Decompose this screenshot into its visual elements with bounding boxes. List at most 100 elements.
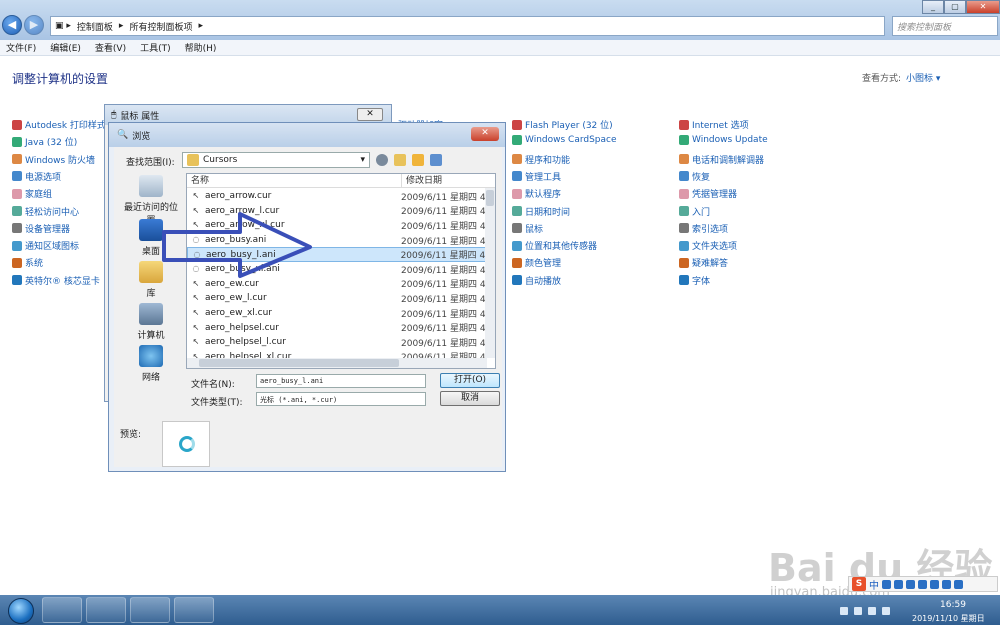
cp-item[interactable]: Windows 防火墙	[12, 153, 95, 166]
file-row[interactable]: ↖ aero_ew_xl.cur 2009/6/11 星期四 4...	[187, 306, 487, 321]
control-panel-icon: ▣ ▸	[55, 21, 71, 31]
close-button[interactable]: ✕	[966, 0, 1000, 14]
cp-item[interactable]: 家庭组	[12, 187, 52, 200]
view-by-dropdown[interactable]: 小图标 ▾	[906, 71, 940, 84]
open-button[interactable]: 打开(O)	[440, 373, 500, 388]
file-row[interactable]: ↖ aero_helpsel_l.cur 2009/6/11 星期四 4...	[187, 335, 487, 350]
cp-item[interactable]: 英特尔® 核芯显卡	[12, 274, 100, 287]
cp-item[interactable]: Windows Update	[679, 135, 768, 146]
recent-places-icon	[139, 175, 163, 197]
cp-item[interactable]: 凭据管理器	[679, 187, 737, 200]
emoji-icon[interactable]	[894, 579, 903, 589]
cp-item[interactable]: 日期和时间	[512, 205, 570, 218]
cp-item[interactable]: 索引选项	[679, 222, 728, 235]
tray-flag-icon[interactable]	[868, 607, 876, 615]
tray-ime-icon[interactable]	[840, 607, 848, 615]
column-header-date[interactable]: 修改日期	[401, 174, 487, 187]
clock-date[interactable]: 2019/11/10 星期日	[912, 613, 985, 624]
place-computer[interactable]: 计算机	[120, 303, 182, 341]
maximize-button[interactable]: ▢	[944, 0, 966, 14]
taskbar-ie-icon[interactable]	[42, 597, 82, 623]
cp-item-icon	[679, 154, 689, 165]
cp-item-label: 管理工具	[525, 172, 562, 183]
taskbar-explorer-icon[interactable]	[86, 597, 126, 623]
mic-icon[interactable]	[906, 579, 915, 589]
breadcrumb-item[interactable]: 所有控制面板项	[129, 20, 192, 33]
cp-item[interactable]: 恢复	[679, 170, 710, 183]
cp-item-icon	[12, 119, 22, 130]
cancel-button[interactable]: 取消	[440, 391, 500, 406]
menu-view[interactable]: 查看(V)	[95, 41, 126, 54]
cp-item[interactable]: 电源选项	[12, 170, 61, 183]
start-button[interactable]	[8, 598, 34, 624]
user-icon[interactable]	[942, 579, 951, 589]
cp-item-icon	[12, 206, 22, 216]
forward-icon[interactable]: ▶	[24, 15, 44, 35]
cp-item[interactable]: 通知区域图标	[12, 239, 79, 252]
view-menu-icon[interactable]	[430, 154, 442, 166]
menu-edit[interactable]: 编辑(E)	[50, 41, 81, 54]
cp-item[interactable]: 字体	[679, 274, 710, 287]
cp-item[interactable]: 颜色管理	[512, 256, 561, 269]
breadcrumb-item[interactable]: 控制面板	[77, 20, 113, 33]
file-row[interactable]: ↖ aero_arrow.cur 2009/6/11 星期四 4...	[187, 189, 487, 204]
cp-item[interactable]: Flash Player (32 位)	[512, 118, 613, 131]
filename-input[interactable]: aero_busy_l.ani	[256, 374, 426, 388]
search-input[interactable]: 搜索控制面板	[892, 16, 998, 36]
clock-time[interactable]: 16:59	[940, 600, 966, 610]
cp-item[interactable]: 轻松访问中心	[12, 205, 79, 218]
cp-item[interactable]: 入门	[679, 205, 710, 218]
cp-item[interactable]: 管理工具	[512, 170, 561, 183]
cp-item[interactable]: 自动播放	[512, 274, 561, 287]
vertical-scrollbar[interactable]	[485, 188, 495, 358]
ime-language-toggle[interactable]: 中	[869, 577, 879, 592]
mouse-properties-close-button[interactable]: ✕	[357, 108, 383, 121]
taskbar-mouse-icon[interactable]	[174, 597, 214, 623]
file-row[interactable]: ↖ aero_helpsel.cur 2009/6/11 星期四 4...	[187, 320, 487, 335]
filetype-select[interactable]: 光标 (*.ani, *.cur)	[256, 392, 426, 406]
new-folder-icon[interactable]	[412, 154, 424, 166]
folder-icon	[187, 154, 199, 166]
sogou-logo-icon[interactable]: S	[852, 577, 866, 591]
cp-item-icon	[512, 154, 522, 165]
horizontal-scrollbar[interactable]	[187, 358, 487, 368]
scroll-thumb[interactable]	[199, 359, 399, 367]
preview-label: 预览:	[120, 430, 142, 440]
menu-file[interactable]: 文件(F)	[6, 41, 36, 54]
place-network[interactable]: 网络	[120, 345, 182, 383]
skin-icon[interactable]	[930, 579, 939, 589]
scroll-thumb[interactable]	[486, 190, 494, 206]
cp-item[interactable]: 系统	[12, 256, 43, 269]
cp-item[interactable]: 电话和调制解调器	[679, 153, 764, 166]
keyboard-icon[interactable]	[918, 579, 927, 589]
cp-item[interactable]: 鼠标	[512, 222, 543, 235]
cp-item[interactable]: 位置和其他传感器	[512, 239, 597, 252]
punctuation-icon[interactable]	[882, 579, 891, 589]
up-folder-icon[interactable]	[394, 154, 406, 166]
cp-item[interactable]: 默认程序	[512, 187, 561, 200]
cp-item[interactable]: Internet 选项	[679, 118, 749, 131]
cp-item[interactable]: 程序和功能	[512, 153, 570, 166]
cp-item[interactable]: 设备管理器	[12, 222, 70, 235]
cp-item-icon	[512, 119, 522, 130]
lookin-dropdown[interactable]: Cursors ▾	[182, 152, 370, 168]
cp-item[interactable]: Windows CardSpace	[512, 135, 617, 146]
column-header-name[interactable]: 名称	[187, 174, 401, 187]
address-bar[interactable]: ▣ ▸ 控制面板 ▸ 所有控制面板项 ▸	[50, 16, 885, 36]
browse-close-button[interactable]: ✕	[471, 127, 499, 141]
taskbar-control-panel-icon[interactable]	[130, 597, 170, 623]
cp-item[interactable]: Java (32 位)	[12, 135, 77, 148]
minimize-button[interactable]: _	[922, 0, 944, 14]
tray-volume-icon[interactable]	[882, 607, 890, 615]
back-icon[interactable]	[376, 154, 388, 166]
back-icon[interactable]: ◀	[2, 15, 22, 35]
cp-item-icon	[679, 135, 689, 146]
cp-item[interactable]: 疑难解答	[679, 256, 728, 269]
file-row[interactable]: ↖ aero_ew_l.cur 2009/6/11 星期四 4...	[187, 291, 487, 306]
menu-help[interactable]: 帮助(H)	[185, 41, 217, 54]
cp-item-label: 凭据管理器	[692, 190, 738, 201]
tray-network-icon[interactable]	[854, 607, 862, 615]
menu-tools[interactable]: 工具(T)	[140, 41, 171, 54]
cp-item[interactable]: 文件夹选项	[679, 239, 737, 252]
toolbox-icon[interactable]	[954, 579, 963, 589]
